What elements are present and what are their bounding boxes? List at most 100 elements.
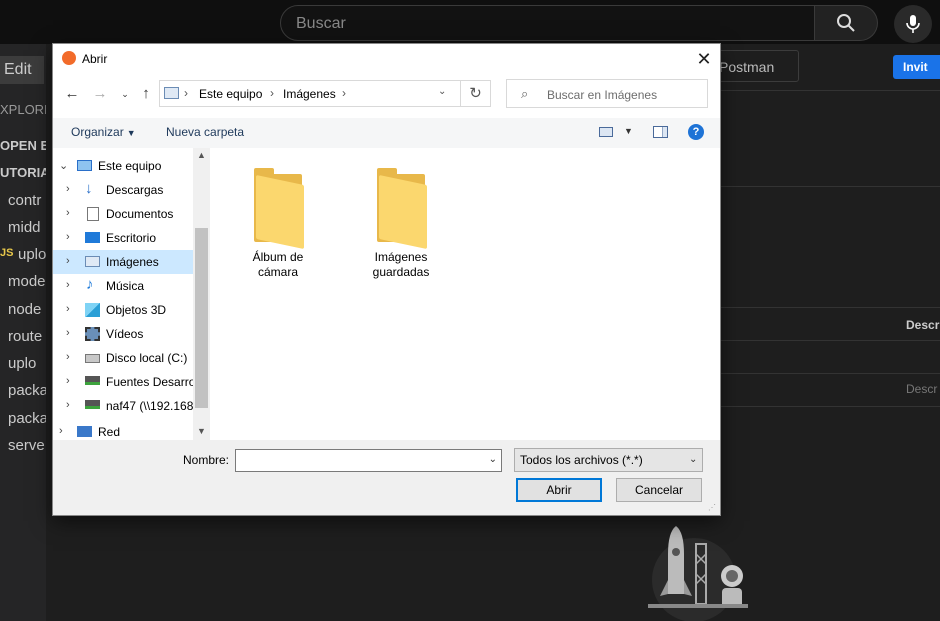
microphone-button[interactable]: [894, 5, 932, 43]
network-drive-icon: [85, 376, 100, 385]
chevron-right-icon[interactable]: ›: [66, 303, 70, 315]
organize-button[interactable]: Organizar ▼: [71, 125, 136, 139]
tree-item-label: Red: [98, 425, 121, 439]
close-icon[interactable]: ✕: [693, 48, 715, 70]
chevron-down-icon: ⌄: [689, 454, 698, 465]
tree-item-imagenes[interactable]: › Imágenes: [53, 250, 193, 274]
breadcrumb-separator-icon[interactable]: ›: [270, 86, 274, 100]
folder-imagenes-guardadas[interactable]: Imágenes guardadas: [346, 156, 456, 279]
folder-icon: [252, 166, 304, 250]
chevron-right-icon[interactable]: ›: [66, 255, 70, 267]
folder-search-placeholder: Buscar en Imágenes: [547, 88, 658, 102]
caret-down-icon[interactable]: ▼: [624, 126, 633, 136]
sidebar-item[interactable]: UTORIA: [0, 165, 50, 180]
folder-album-de-camara[interactable]: Álbum de cámara: [223, 156, 333, 279]
breadcrumb-imagenes[interactable]: Imágenes: [283, 87, 336, 101]
js-badge: JS: [0, 247, 14, 259]
dialog-footer: Nombre: ⌄ Todos los archivos (*.*) ⌄ Abr…: [53, 440, 720, 515]
cancel-button[interactable]: Cancelar: [616, 478, 702, 502]
pictures-location-icon: [164, 87, 179, 99]
dialog-titlebar[interactable]: Abrir ✕: [53, 44, 720, 74]
tree-item-objetos-3d[interactable]: › Objetos 3D: [53, 298, 193, 322]
change-view-icon[interactable]: [599, 127, 613, 137]
chevron-right-icon[interactable]: ›: [66, 351, 70, 363]
chevron-right-icon[interactable]: ›: [66, 279, 70, 291]
tree-item-label: Música: [106, 279, 145, 293]
description-column-header: Descr: [906, 318, 940, 332]
sidebar-item[interactable]: uplo: [8, 355, 36, 372]
folder-search-input[interactable]: ⌕ Buscar en Imágenes: [506, 79, 708, 108]
sidebar-item[interactable]: packa: [8, 410, 48, 427]
chevron-right-icon[interactable]: ›: [59, 425, 63, 437]
tree-item-escritorio[interactable]: › Escritorio: [53, 226, 193, 250]
new-folder-button[interactable]: Nueva carpeta: [166, 125, 244, 139]
description-input[interactable]: Descr: [906, 382, 937, 396]
divider: [720, 406, 940, 407]
divider: [720, 340, 940, 341]
tree-item-videos[interactable]: › Vídeos: [53, 322, 193, 346]
file-type-select[interactable]: Todos los archivos (*.*) ⌄: [514, 448, 703, 472]
sidebar-item[interactable]: packa: [8, 382, 48, 399]
chevron-right-icon[interactable]: ›: [66, 327, 70, 339]
sidebar-item[interactable]: mode: [8, 273, 46, 290]
tree-item-label: Descargas: [106, 183, 164, 197]
sidebar-item[interactable]: node: [8, 301, 41, 318]
up-arrow-icon[interactable]: ↑: [136, 84, 156, 104]
tree-item-fuentes-desarrollo[interactable]: › Fuentes Desarrol: [53, 370, 193, 394]
sidebar-item[interactable]: serve: [8, 437, 45, 454]
search-icon: [837, 14, 855, 32]
chevron-down-icon[interactable]: ⌄: [59, 159, 68, 172]
file-type-value: Todos los archivos (*.*): [520, 453, 643, 467]
background-search-button[interactable]: [815, 5, 878, 41]
chevron-right-icon[interactable]: ›: [66, 207, 70, 219]
postman-button[interactable]: Postman: [712, 50, 799, 82]
music-icon: ♪: [86, 276, 94, 293]
sidebar-item[interactable]: route: [8, 328, 42, 345]
organize-label: Organizar: [71, 125, 124, 139]
back-arrow-icon[interactable]: ←: [62, 84, 82, 104]
address-dropdown-icon[interactable]: ⌄: [438, 86, 446, 97]
folder-label-line2: cámara: [257, 265, 298, 279]
caret-down-icon: ▼: [126, 128, 136, 138]
rocket-illustration: [648, 526, 748, 621]
tree-item-musica[interactable]: › ♪ Música: [53, 274, 193, 298]
open-button[interactable]: Abrir: [516, 478, 602, 502]
file-name-input[interactable]: ⌄: [235, 449, 502, 472]
recent-locations-chevron-icon[interactable]: ⌄: [115, 84, 135, 104]
scroll-up-icon[interactable]: ▲: [193, 150, 210, 160]
tree-item-red[interactable]: › Red: [53, 420, 193, 440]
tree-item-descargas[interactable]: › ↓ Descargas: [53, 178, 193, 202]
sidebar-item[interactable]: contr: [8, 192, 41, 209]
chevron-right-icon[interactable]: ›: [66, 399, 70, 411]
help-icon[interactable]: ?: [688, 124, 704, 140]
folder-label-line1: Imágenes: [374, 250, 428, 264]
tree-item-disco-local[interactable]: › Disco local (C:): [53, 346, 193, 370]
tree-item-naf47[interactable]: › naf47 (\\192.168: [53, 394, 193, 418]
chevron-right-icon[interactable]: ›: [66, 231, 70, 243]
preview-pane-icon[interactable]: [653, 126, 668, 138]
breadcrumb-separator-icon[interactable]: ›: [342, 86, 346, 100]
tree-item-este-equipo[interactable]: ⌄ Este equipo: [53, 154, 193, 178]
chevron-right-icon[interactable]: ›: [66, 183, 70, 195]
chevron-down-icon[interactable]: ⌄: [489, 454, 497, 465]
background-search-input[interactable]: Buscar: [280, 5, 815, 41]
sidebar-item[interactable]: uplo: [18, 246, 46, 263]
tree-scrollbar[interactable]: ▲ ▼: [193, 148, 210, 440]
scrollbar-thumb[interactable]: [195, 228, 208, 408]
address-bar[interactable]: › Este equipo › Imágenes › ⌄: [159, 80, 461, 107]
chevron-right-icon[interactable]: ›: [66, 375, 70, 387]
folder-content-area: Álbum de cámara Imágenes guardadas: [210, 148, 720, 440]
network-icon: [77, 426, 92, 437]
divider: [720, 307, 940, 308]
sidebar-item[interactable]: midd: [8, 219, 41, 236]
scroll-down-icon[interactable]: ▼: [193, 426, 210, 436]
folder-label: Álbum de cámara: [223, 250, 333, 280]
forward-arrow-icon[interactable]: →: [90, 84, 110, 104]
tree-item-documentos[interactable]: › Documentos: [53, 202, 193, 226]
edit-menu[interactable]: Edit: [0, 56, 44, 84]
resize-grip-icon[interactable]: ⋰: [708, 503, 716, 512]
refresh-icon[interactable]: ↻: [461, 80, 491, 107]
breadcrumb-este-equipo[interactable]: Este equipo: [199, 87, 262, 101]
invite-button[interactable]: Invit: [893, 55, 940, 79]
folder-label-line1: Álbum de: [252, 250, 304, 264]
